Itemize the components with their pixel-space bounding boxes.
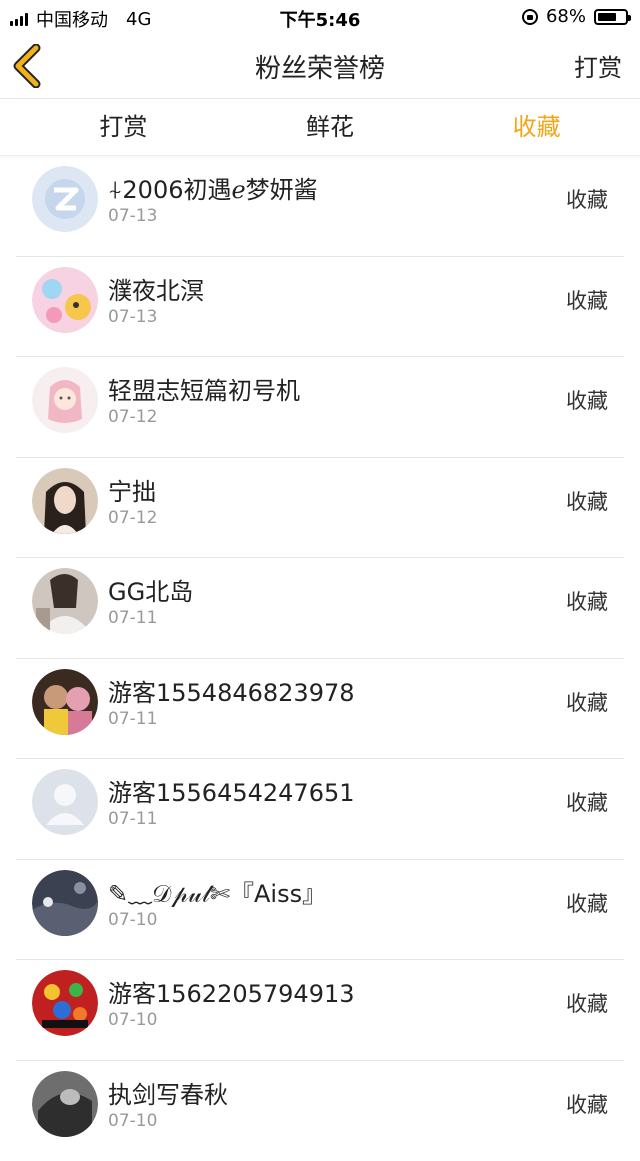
fan-date: 07-11 xyxy=(108,809,157,829)
fan-name: 濮夜北溟 xyxy=(108,271,204,306)
fan-date: 07-10 xyxy=(108,910,157,930)
list-item[interactable]: 宁拙 07-12 收藏 xyxy=(16,458,624,559)
fan-date: 07-13 xyxy=(108,206,157,226)
list-item[interactable]: 游客1556454247651 07-11 收藏 xyxy=(16,759,624,860)
cartoon-pikachu-avatar[interactable] xyxy=(32,267,98,333)
reward-button[interactable]: 打赏 xyxy=(574,48,622,83)
bw-photo-avatar[interactable] xyxy=(32,1071,98,1137)
fan-name: 游客1562205794913 xyxy=(108,974,355,1009)
fan-name: 执剑写春秋 xyxy=(108,1075,228,1110)
fan-date: 07-12 xyxy=(108,407,157,427)
anime-girl-avatar[interactable] xyxy=(32,367,98,433)
fan-date: 07-10 xyxy=(108,1010,157,1030)
favorite-label: 收藏 xyxy=(566,1089,608,1119)
list-item[interactable]: 濮夜北溟 07-13 收藏 xyxy=(16,257,624,358)
favorite-label: 收藏 xyxy=(566,787,608,817)
battery-fill xyxy=(598,13,616,21)
fan-date: 07-10 xyxy=(108,1111,157,1131)
photo-avatar[interactable] xyxy=(32,669,98,735)
favorite-label: 收藏 xyxy=(566,586,608,616)
list-item[interactable]: 执剑写春秋 07-10 收藏 xyxy=(16,1061,624,1161)
fan-name: 轻盟志短篇初号机 xyxy=(108,371,300,406)
status-right: 68% xyxy=(522,6,628,27)
list-item[interactable]: ⍭2006初遇ℯ梦妍酱 07-13 收藏 xyxy=(16,156,624,257)
fan-name: ✎﹏𝒟𝓅𝓊𝓁✄『Aiss』 xyxy=(108,874,326,909)
list-item[interactable]: GG北岛 07-11 收藏 xyxy=(16,558,624,659)
fan-list: ⍭2006初遇ℯ梦妍酱 07-13 收藏 濮夜北溟 07-13 收藏 轻盟志短篇… xyxy=(0,156,640,1161)
fan-name: ⍭2006初遇ℯ梦妍酱 xyxy=(108,170,318,205)
fan-name: 游客1556454247651 xyxy=(108,773,355,808)
list-item[interactable]: ✎﹏𝒟𝓅𝓊𝓁✄『Aiss』 07-10 收藏 xyxy=(16,860,624,961)
fan-name: 宁拙 xyxy=(108,472,156,507)
fan-date: 07-11 xyxy=(108,608,157,628)
favorite-label: 收藏 xyxy=(566,888,608,918)
fan-date: 07-12 xyxy=(108,508,157,528)
tab-reward[interactable]: 打赏 xyxy=(0,99,227,155)
tab-favorites[interactable]: 收藏 xyxy=(433,99,640,155)
rotation-lock-icon xyxy=(522,9,538,25)
girl-photo-avatar[interactable] xyxy=(32,468,98,534)
fan-name: GG北岛 xyxy=(108,572,193,607)
qq-star-avatar[interactable] xyxy=(32,166,98,232)
girl-photo-avatar[interactable] xyxy=(32,568,98,634)
favorite-label: 收藏 xyxy=(566,285,608,315)
colorful-poster-avatar[interactable] xyxy=(32,970,98,1036)
dark-scene-avatar[interactable] xyxy=(32,870,98,936)
fan-date: 07-13 xyxy=(108,307,157,327)
favorite-label: 收藏 xyxy=(566,988,608,1018)
default-user-avatar[interactable] xyxy=(32,769,98,835)
favorite-label: 收藏 xyxy=(566,385,608,415)
favorite-label: 收藏 xyxy=(566,486,608,516)
tab-flowers[interactable]: 鲜花 xyxy=(227,99,434,155)
favorite-label: 收藏 xyxy=(566,687,608,717)
fan-date: 07-11 xyxy=(108,709,157,729)
nav-bar: 粉丝荣誉榜 打赏 xyxy=(0,34,640,99)
page-title: 粉丝荣誉榜 xyxy=(0,48,640,85)
battery-percent: 68% xyxy=(546,6,586,27)
favorite-label: 收藏 xyxy=(566,184,608,214)
list-item[interactable]: 游客1562205794913 07-10 收藏 xyxy=(16,960,624,1061)
list-item[interactable]: 游客1554846823978 07-11 收藏 xyxy=(16,659,624,760)
battery-icon xyxy=(594,9,628,25)
tab-bar: 打赏 鲜花 收藏 xyxy=(0,99,640,156)
fan-name: 游客1554846823978 xyxy=(108,673,355,708)
list-item[interactable]: 轻盟志短篇初号机 07-12 收藏 xyxy=(16,357,624,458)
status-bar: 中国移动 4G 下午5:46 68% xyxy=(0,0,640,34)
